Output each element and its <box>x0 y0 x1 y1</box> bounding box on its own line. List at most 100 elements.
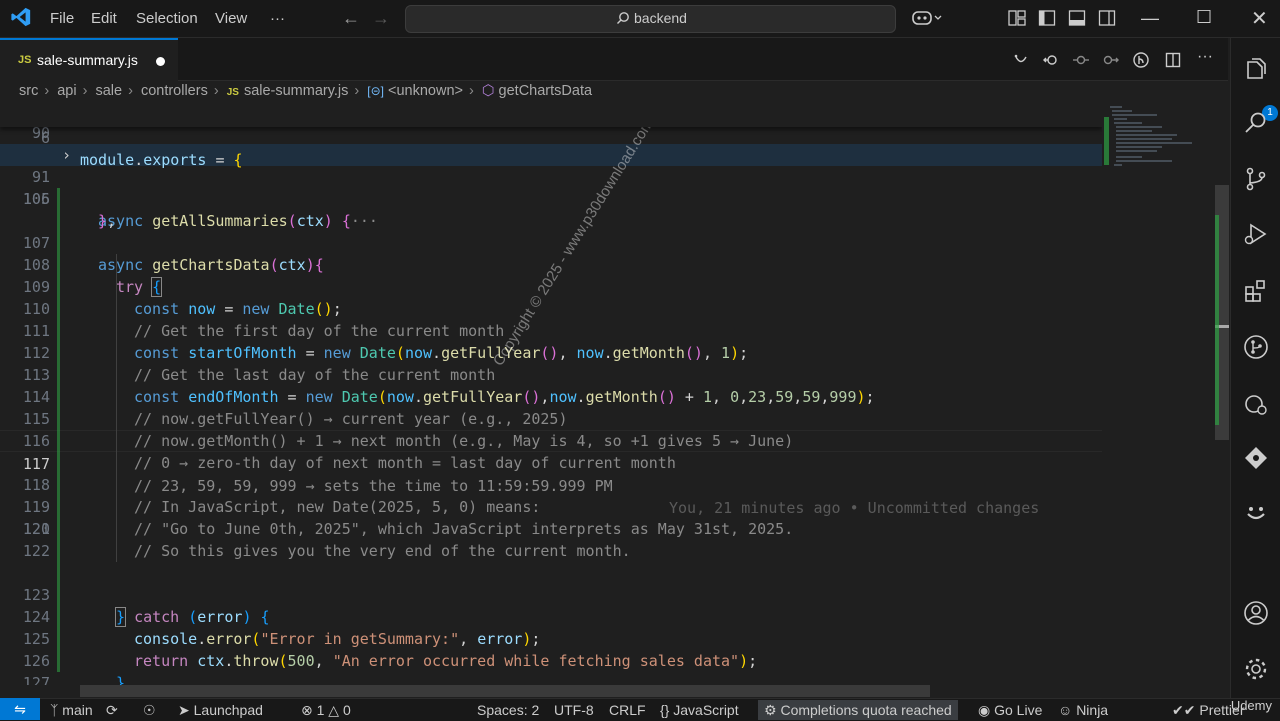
code-line[interactable]: 126 } <box>0 628 1102 685</box>
ninja-label: Ninja <box>1076 702 1109 718</box>
breadcrumb-unknown[interactable]: <unknown> <box>388 83 463 99</box>
code-line[interactable]: 128 }; <box>0 672 1102 685</box>
launchpad-button[interactable]: ➤ Launchpad <box>178 700 263 720</box>
code-line[interactable]: 125 return ctx.throw(500, "An error occu… <box>0 606 1102 670</box>
split-editor-icon[interactable] <box>1165 52 1181 68</box>
symbol-object-icon: [⊝] <box>367 84 385 98</box>
breadcrumb: src › api › sale › controllers › JS sale-summ… <box>19 83 593 99</box>
forward-arrow-icon[interactable]: → <box>372 8 390 29</box>
compare-changes-icon[interactable] <box>1013 52 1029 68</box>
minimap[interactable] <box>1102 105 1215 685</box>
tab-label: sale-summary.js <box>37 52 138 68</box>
remote-indicator-icon[interactable]: ⇋ <box>0 698 40 720</box>
code-editor[interactable]: 6 module.exports = { 90 91 › async getAl… <box>0 105 1102 685</box>
code-line[interactable]: 122 <box>0 540 1102 562</box>
code-line[interactable]: 112 // Get the last day of the current m… <box>0 320 1102 384</box>
code-line[interactable]: 124 console.error("Error in getSummary:"… <box>0 584 1102 648</box>
layout-customize-icon[interactable] <box>1008 9 1026 27</box>
run-and-debug-icon[interactable] <box>1243 221 1269 247</box>
breadcrumb-api[interactable]: api <box>57 83 76 99</box>
unsaved-dot-icon[interactable] <box>156 57 165 66</box>
close-window-button[interactable]: ✕ <box>1251 6 1268 31</box>
code-line[interactable]: 107 async getChartsData(ctx){ <box>0 210 1102 274</box>
menu-selection[interactable]: Selection <box>136 0 198 37</box>
fold-chevron-right-icon[interactable]: › <box>62 144 71 166</box>
breadcrumb-controllers[interactable]: controllers <box>141 83 208 99</box>
menu-more[interactable]: ··· <box>270 0 285 37</box>
git-change-indicator[interactable] <box>57 188 60 672</box>
code-line-current[interactable]: 117 // 23, 59, 59, 999 → sets the time t… <box>0 430 1102 517</box>
maximize-button[interactable]: ☐ <box>1196 7 1212 28</box>
account-icon[interactable] <box>1243 600 1269 626</box>
git-graph-status-icon[interactable]: ☉ <box>143 700 156 720</box>
live-share-icon[interactable] <box>1243 503 1269 529</box>
code-line[interactable]: 120 // So this gives you the very end of… <box>0 496 1102 560</box>
toggle-panel-icon[interactable] <box>1068 9 1086 27</box>
git-lens-icon[interactable] <box>1133 52 1149 68</box>
menu-view[interactable]: View <box>215 0 247 37</box>
code-line[interactable]: 111 const startOfMonth = new Date(now.ge… <box>0 298 1102 362</box>
go-live-button[interactable]: ◉ Go Live <box>978 700 1042 720</box>
code-line[interactable]: 118 // In JavaScript, new Date(2025, 5, … <box>0 452 1102 516</box>
code-line[interactable]: 123 } catch (error) { <box>0 562 1102 627</box>
eol-selector[interactable]: CRLF <box>609 700 646 720</box>
language-mode[interactable]: {} JavaScript <box>660 700 739 720</box>
back-arrow-icon[interactable]: ← <box>342 8 360 29</box>
gitlens-icon[interactable] <box>1243 445 1269 471</box>
javascript-file-icon: JS <box>226 87 239 98</box>
extensions-icon[interactable] <box>1243 278 1269 304</box>
javascript-file-icon: JS <box>18 54 32 66</box>
breadcrumb-src[interactable]: src <box>19 83 38 99</box>
breadcrumb-file[interactable]: sale-summary.js <box>244 83 348 99</box>
code-line[interactable]: 116 // 0 → zero-th day of next month = l… <box>0 408 1102 472</box>
settings-gear-icon[interactable] <box>1243 656 1269 682</box>
minimize-button[interactable]: — <box>1141 8 1159 29</box>
code-line[interactable]: 115 // now.getMonth() + 1 → next month (… <box>0 386 1102 450</box>
ninja-status[interactable]: ☺ Ninja <box>1058 700 1108 720</box>
git-branch[interactable]: ᛉ main <box>50 700 93 720</box>
code-line[interactable]: 121 <box>0 518 1102 540</box>
code-line[interactable]: 127 } <box>0 650 1102 685</box>
indentation-selector[interactable]: Spaces: 2 <box>477 700 539 720</box>
launchpad-label: Launchpad <box>193 702 263 718</box>
explorer-icon[interactable] <box>1243 56 1269 82</box>
toggle-primary-sidebar-icon[interactable] <box>1038 9 1056 27</box>
warnings-count: 0 <box>342 702 351 718</box>
code-text: module.exports = { <box>80 151 243 169</box>
vscode-logo-icon <box>11 7 31 27</box>
remote-explorer-icon[interactable] <box>1243 391 1269 417</box>
status-bar: ᛉ main ⟳ ☉ ➤ Launchpad ⊗ 1 △ 0 Spaces: 2… <box>0 698 1280 721</box>
code-line[interactable]: 113 const endOfMonth = new Date(now.getF… <box>0 342 1102 406</box>
menu-file[interactable]: File <box>50 0 74 37</box>
udemy-watermark: Udemy <box>1230 698 1272 713</box>
code-line[interactable]: 106 <box>0 188 1102 210</box>
more-actions-icon[interactable]: ··· <box>1197 48 1213 66</box>
git-commit-icon[interactable] <box>1073 52 1089 68</box>
search-icon[interactable] <box>1243 110 1269 136</box>
breadcrumb-function[interactable]: getChartsData <box>499 83 593 99</box>
search-icon <box>617 12 629 24</box>
sticky-scroll-line[interactable]: 6 module.exports = { <box>0 105 1102 169</box>
menu-edit[interactable]: Edit <box>91 0 117 37</box>
line-number: 122 <box>22 542 50 560</box>
problems-indicator[interactable]: ⊗ 1 △ 0 <box>301 700 351 720</box>
breadcrumb-sale[interactable]: sale <box>95 83 122 99</box>
encoding-selector[interactable]: UTF-8 <box>554 700 594 720</box>
tab-sale-summary[interactable]: JS sale-summary.js <box>0 38 178 81</box>
copilot-status[interactable]: ⚙ Completions quota reached <box>758 700 958 720</box>
command-center-search[interactable]: backend <box>405 5 896 33</box>
code-line[interactable]: 119 // "Go to June 0th, 2025", which Jav… <box>0 474 1102 538</box>
horizontal-scrollbar[interactable] <box>80 685 930 697</box>
copilot-icon[interactable] <box>912 9 942 27</box>
code-line[interactable]: 114 // now.getFullYear() → current year … <box>0 364 1102 428</box>
source-control-icon[interactable] <box>1243 166 1269 192</box>
next-change-icon[interactable] <box>1103 52 1119 68</box>
line-number: 6 <box>40 129 50 147</box>
sync-icon[interactable]: ⟳ <box>106 700 118 720</box>
toggle-secondary-sidebar-icon[interactable] <box>1098 9 1116 27</box>
scroll-change-marker <box>1215 215 1219 425</box>
open-changes-icon[interactable] <box>1043 52 1059 68</box>
search-label: backend <box>634 10 687 26</box>
code-line[interactable]: 108 try { <box>0 232 1102 297</box>
git-graph-icon[interactable] <box>1243 334 1269 360</box>
